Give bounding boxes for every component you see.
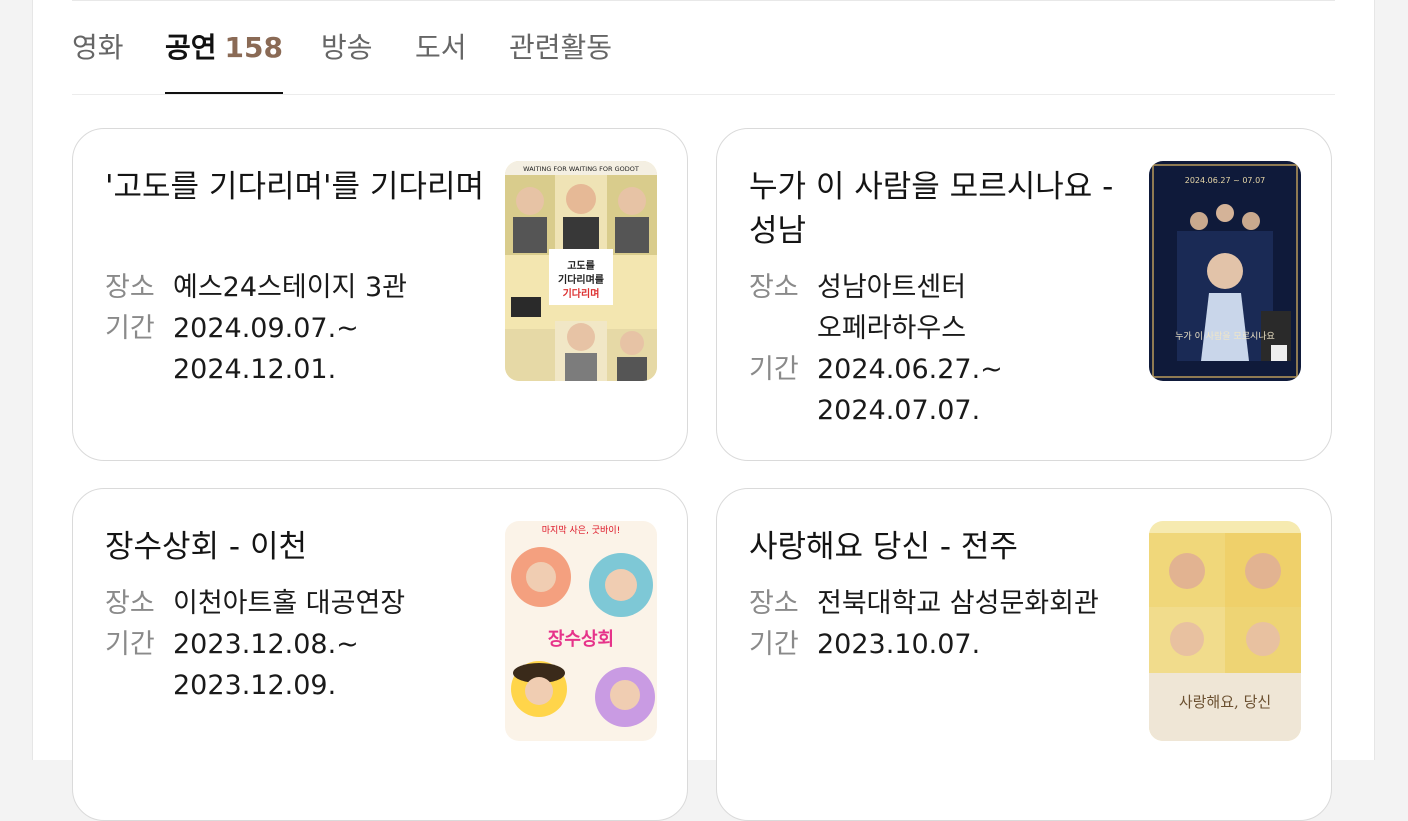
period-label: 기간 — [105, 629, 155, 660]
poster-image: WAITING FOR WAITING FOR GODOT 고도를 기다리며를 … — [505, 161, 657, 381]
card-title: '고도를 기다리며'를 기다리며 — [105, 169, 484, 205]
poster-image: 사랑해요, 당신 — [1149, 521, 1301, 741]
tab-related-activities[interactable]: 관련활동 — [509, 28, 612, 94]
period-value: 2023.12.08.~ 2023.12.09. — [173, 629, 359, 701]
tab-broadcast[interactable]: 방송 — [321, 28, 373, 94]
poster-image: 2024.06.27 ~ 07.07 누가 이 사람을 모르시나요 — [1149, 161, 1301, 381]
tab-label: 방송 — [321, 31, 373, 64]
svg-text:고도를: 고도를 — [567, 260, 595, 272]
poster-image: 마지막 사은, 굿바이! 장수상회 — [505, 521, 657, 741]
venue-label: 장소 — [105, 272, 155, 303]
category-tabs: 영화 공연 158 방송 도서 관련활동 — [72, 28, 1335, 95]
period-value: 2023.10.07. — [817, 629, 981, 660]
poster-title-text: 누가 이 사람을 모르시나요 — [1175, 330, 1275, 342]
poster-date-text: 2024.06.27 ~ 07.07 — [1185, 176, 1266, 185]
venue-label: 장소 — [105, 588, 155, 619]
card-title: 누가 이 사람을 모르시나요 - 성남 — [749, 169, 1114, 249]
poster-banner-text: WAITING FOR WAITING FOR GODOT — [523, 165, 639, 173]
venue-value: 전북대학교 삼성문화회관 — [817, 588, 1099, 619]
period-label: 기간 — [749, 354, 799, 385]
tab-movie[interactable]: 영화 — [72, 28, 124, 94]
poster-title-text: 장수상회 — [548, 629, 614, 650]
tab-label: 관련활동 — [509, 31, 613, 64]
tab-books[interactable]: 도서 — [415, 28, 467, 94]
venue-label: 장소 — [749, 588, 799, 619]
top-divider — [72, 0, 1335, 1]
card-info: 장소 예스24스테이지 3관 기간 2024.09.07.~ 2024.12.01. — [105, 267, 485, 390]
period-label: 기간 — [749, 629, 799, 660]
venue-value: 예스24스테이지 3관 — [173, 272, 407, 303]
tab-label: 공연 — [165, 31, 217, 64]
poster-headline: 마지막 사은, 굿바이! — [542, 525, 620, 536]
performance-card[interactable]: 장수상회 - 이천 장소 이천아트홀 대공연장 기간 2023.12.08.~ 20… — [72, 488, 688, 821]
venue-label: 장소 — [749, 272, 799, 303]
performance-card[interactable]: '고도를 기다리며'를 기다리며 장소 예스24스테이지 3관 기간 2024.09… — [72, 128, 688, 461]
poster-title-text: 사랑해요, 당신 — [1179, 693, 1271, 711]
performance-card[interactable]: 누가 이 사람을 모르시나요 - 성남 장소 성남아트센터 오페라하우스 기간 20… — [716, 128, 1332, 461]
period-label: 기간 — [105, 313, 155, 344]
svg-text:기다리며를: 기다리며를 — [558, 273, 604, 286]
svg-text:기다리며: 기다리며 — [563, 287, 600, 300]
card-title: 장수상회 - 이천 — [105, 529, 308, 565]
card-info: 장소 이천아트홀 대공연장 기간 2023.12.08.~ 2023.12.09. — [105, 583, 485, 706]
card-info: 장소 성남아트센터 오페라하우스 기간 2024.06.27.~ 2024.07.0… — [749, 267, 1129, 431]
tab-label: 도서 — [415, 31, 467, 64]
tab-performance[interactable]: 공연 158 — [165, 28, 283, 94]
card-info: 장소 전북대학교 삼성문화회관 기간 2023.10.07. — [749, 583, 1129, 665]
tab-count: 158 — [224, 31, 283, 64]
period-value: 2024.09.07.~ 2024.12.01. — [173, 313, 359, 385]
venue-value: 이천아트홀 대공연장 — [173, 588, 406, 619]
tab-label: 영화 — [72, 31, 124, 64]
period-value: 2024.06.27.~ 2024.07.07. — [817, 354, 1003, 426]
card-title: 사랑해요 당신 - 전주 — [749, 529, 1018, 565]
performance-card[interactable]: 사랑해요 당신 - 전주 장소 전북대학교 삼성문화회관 기간 2023.10.07… — [716, 488, 1332, 821]
venue-value: 성남아트센터 오페라하우스 — [817, 272, 967, 344]
